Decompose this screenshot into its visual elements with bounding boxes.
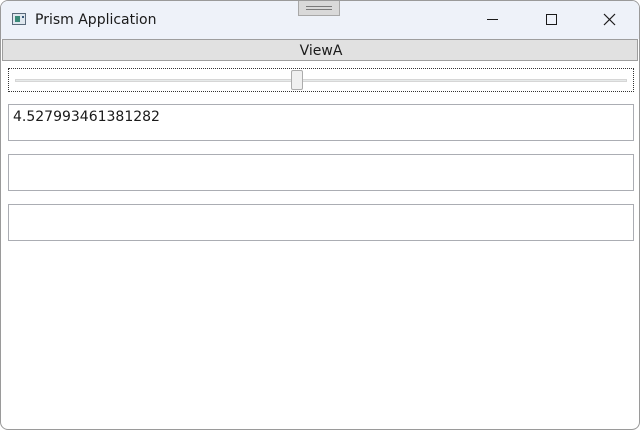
- value-slider[interactable]: [8, 68, 634, 92]
- slider-track[interactable]: [15, 79, 627, 82]
- app-window-icon: [12, 13, 26, 25]
- maximize-button[interactable]: [528, 1, 574, 39]
- value-textbox-3[interactable]: [8, 204, 634, 241]
- maximize-icon: [546, 14, 557, 25]
- title-bar[interactable]: Prism Application: [1, 1, 639, 39]
- minimize-icon: [487, 19, 498, 20]
- close-icon: [603, 13, 616, 26]
- value-textbox-1[interactable]: 4.527993461381282: [8, 104, 634, 141]
- tab-strip: ViewA: [2, 39, 638, 61]
- window-title: Prism Application: [35, 12, 157, 28]
- app-icon-pane: [15, 16, 20, 22]
- close-button[interactable]: [586, 1, 632, 39]
- app-icon-pane-small: [22, 16, 24, 18]
- slider-thumb[interactable]: [291, 70, 303, 90]
- value-textbox-2[interactable]: [8, 154, 634, 191]
- minimize-button[interactable]: [470, 1, 516, 39]
- app-window: Prism Application ViewA 4.52799346138128…: [0, 0, 640, 430]
- tab-viewa[interactable]: ViewA: [3, 40, 639, 62]
- drag-grip-icon[interactable]: [298, 1, 340, 16]
